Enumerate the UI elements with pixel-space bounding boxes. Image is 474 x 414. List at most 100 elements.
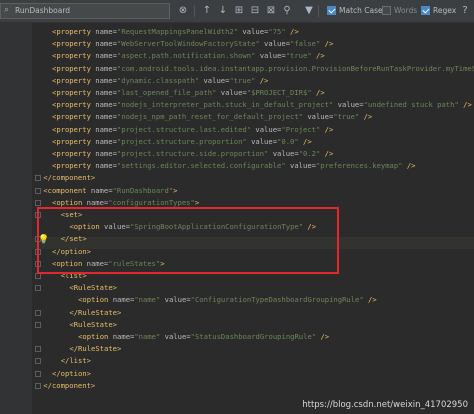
code-line[interactable]: <property name="RequestMappingsPanelWidt… <box>52 26 299 38</box>
find-all-icon[interactable]: ⊞ <box>232 4 246 18</box>
code-line[interactable]: <property name="nodejs_npm_path_reset_fo… <box>52 111 372 123</box>
code-token-val: "project.structure.last.edited" <box>116 124 252 134</box>
code-token-attr: name= <box>95 112 117 122</box>
code-token-attr: value= <box>268 149 299 158</box>
words-checkbox[interactable] <box>382 6 391 15</box>
code-token-attr: value= <box>246 136 278 146</box>
code-token-val: "true" <box>333 112 360 122</box>
code-line[interactable]: <property name="settings.editor.selected… <box>52 160 416 172</box>
code-line[interactable]: <property name="WebServerToolWindowFacto… <box>52 38 333 50</box>
words-label: Words <box>394 6 418 15</box>
select-all-icon[interactable]: ⊟ <box>248 4 262 18</box>
code-token-attr: name= <box>90 185 113 195</box>
search-icon: ⌕ <box>4 5 10 15</box>
code-token-tag: /> <box>298 136 312 146</box>
help-icon[interactable]: ? <box>458 4 472 18</box>
code-token-attr: name= <box>95 51 117 61</box>
code-line[interactable]: <component name="RunDashboard"> <box>43 185 177 197</box>
code-token-attr: name= <box>95 63 117 73</box>
fold-marker[interactable] <box>35 285 41 292</box>
code-token-attr: value= <box>251 124 282 134</box>
code-token-val: "RequestMappingsPanelWidth2" <box>116 27 239 36</box>
match-case-label: Match Case <box>339 6 383 15</box>
code-token-tag: <property <box>52 100 96 110</box>
code-token-tag: /> <box>311 88 325 97</box>
code-token-val: "WebServerToolWindowFactoryState" <box>116 39 260 49</box>
fold-marker[interactable] <box>35 346 41 353</box>
fold-marker[interactable] <box>35 187 41 194</box>
annotation-highlight-box <box>37 207 339 274</box>
code-token-tag: <RuleState> <box>69 283 117 293</box>
code-token-tag: </option> <box>52 368 91 378</box>
code-line[interactable]: <RuleState> <box>69 282 117 294</box>
code-token-val: "RunDashboard" <box>112 185 174 195</box>
code-token-attr: name= <box>95 88 117 97</box>
code-token-attr: value= <box>199 75 230 85</box>
code-token-attr: value= <box>259 39 291 49</box>
code-token-tag: </list> <box>60 356 91 366</box>
code-line[interactable]: </option> <box>52 368 91 380</box>
code-line[interactable]: <property name="com.android.tools.idea.i… <box>52 63 474 75</box>
code-line[interactable]: <property name="project.structure.side.p… <box>52 148 333 160</box>
code-line[interactable]: </RuleState> <box>69 343 121 355</box>
code-token-attr: name= <box>95 136 117 146</box>
search-input[interactable]: ⌕ RunDashboard <box>0 3 170 19</box>
arrow-down-icon[interactable]: ↓ <box>216 4 230 18</box>
code-token-attr: value= <box>255 51 286 61</box>
match-case-checkbox[interactable] <box>327 6 336 15</box>
filter-toggle-icon[interactable]: ▼ <box>302 4 316 18</box>
code-line[interactable]: </component> <box>43 380 95 392</box>
code-token-tag: <property <box>52 149 96 158</box>
code-token-val: "project.structure.proportion" <box>116 136 247 146</box>
code-token-tag: <property <box>52 124 96 134</box>
fold-marker[interactable] <box>35 309 41 316</box>
watermark: https://blog.csdn.net/weixin_41702950 <box>302 400 468 410</box>
fold-marker[interactable] <box>35 382 41 389</box>
code-token-tag: </RuleState> <box>69 307 122 317</box>
code-token-val: "last_opened_file_path" <box>116 88 217 97</box>
code-line[interactable]: <property name="project.structure.last.e… <box>52 124 333 136</box>
add-occurrence-icon[interactable]: ⊠ <box>264 4 278 18</box>
code-token-val: "StatusDashboardGroupingRule" <box>190 332 317 341</box>
code-line[interactable]: <RuleState> <box>69 319 117 331</box>
code-line[interactable]: <option name="name" value="Configuration… <box>78 294 377 306</box>
code-token-val: "settings.editor.selected.configurable" <box>116 161 286 171</box>
code-token-val: "75" <box>268 27 286 36</box>
code-line[interactable]: </RuleState> <box>69 307 121 319</box>
code-token-attr: name= <box>95 149 117 158</box>
code-token-val: "undefined stuck path" <box>363 100 459 110</box>
code-line[interactable]: </component> <box>43 172 95 184</box>
code-token-val: "0.2" <box>298 149 321 158</box>
code-token-tag: /> <box>402 161 416 171</box>
code-token-tag: /> <box>255 75 269 85</box>
code-token-val: "$PROJECT_DIR$" <box>246 88 312 97</box>
code-token-tag: <property <box>52 39 96 49</box>
code-line[interactable]: <property name="aspect.path.notification… <box>52 50 325 62</box>
code-token-tag: <property <box>52 75 96 85</box>
code-token-attr: name= <box>112 295 135 305</box>
fold-marker[interactable] <box>35 358 41 365</box>
code-token-val: "preferences.keymap" <box>315 161 403 171</box>
code-line[interactable]: <property name="dynamic.classpath" value… <box>52 75 268 87</box>
fold-marker[interactable] <box>35 321 41 328</box>
code-line[interactable]: <property name="nodejs_interpreter_path.… <box>52 99 472 111</box>
regex-checkbox[interactable] <box>421 6 430 15</box>
code-line[interactable]: </list> <box>61 355 91 367</box>
clear-search-icon[interactable]: ⊗ <box>176 4 190 18</box>
code-token-tag: <option <box>78 295 113 305</box>
code-token-val: "ConfigurationTypeDashboardGroupingRule" <box>190 295 364 305</box>
code-token-attr: name= <box>112 332 135 341</box>
fold-marker[interactable] <box>35 175 41 182</box>
code-token-attr: value= <box>160 332 191 341</box>
code-token-tag: <property <box>52 63 96 73</box>
code-line[interactable]: <property name="last_opened_file_path" v… <box>52 87 325 99</box>
code-line[interactable]: <option name="name" value="StatusDashboa… <box>78 331 329 343</box>
code-token-val: "com.android.tools.idea.instantapp.provi… <box>116 63 474 73</box>
code-token-attr: value= <box>216 88 247 97</box>
filter-icon[interactable]: ⚲ <box>280 4 294 18</box>
arrow-up-icon[interactable]: ↑ <box>200 4 214 18</box>
code-line[interactable]: <property name="project.structure.propor… <box>52 136 312 148</box>
fold-marker[interactable] <box>35 370 41 377</box>
code-token-attr: name= <box>95 100 117 110</box>
fold-marker[interactable] <box>35 199 41 206</box>
